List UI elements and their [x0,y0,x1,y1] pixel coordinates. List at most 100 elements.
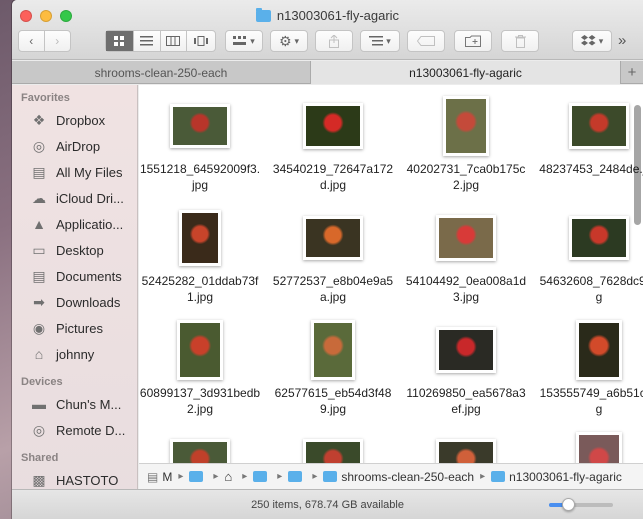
tab-shrooms[interactable]: shrooms-clean-250-each [12,61,311,84]
file-name: 1551218_64592009f3.jpg [139,162,261,192]
slider-knob[interactable] [562,498,576,511]
chevron-right-icon: ▸ [213,471,219,482]
file-name: 34540219_72647a172d.jpg [272,162,394,192]
file-item[interactable]: 110269850_ea5678a3ef.jpg [399,321,533,417]
sidebar-item-documents[interactable]: ▤ Documents [12,263,137,289]
chevron-left-icon: ‹ [29,34,34,48]
file-name: 52425282_01ddab73f1.jpg [141,274,259,304]
action-button[interactable]: ⚙ ▾ [270,30,308,52]
group-button[interactable]: ▾ [360,30,400,52]
file-item[interactable]: 40202731_7ca0b175c2.jpg [399,96,533,193]
column-view-button[interactable] [161,31,188,51]
desktop-icon: ▭ [32,241,46,258]
file-item[interactable]: 52772537_e8b04e9a5a.jpg [266,209,400,305]
file-item[interactable] [532,432,643,463]
file-item[interactable]: 54104492_0ea008a1d3.jpg [399,209,533,305]
path-item[interactable]: ▤ M [147,470,172,484]
path-item[interactable]: ⌂ [224,469,236,484]
path-item[interactable]: shrooms-clean-250-each [323,470,474,484]
dropbox-icon [580,35,596,46]
share-button[interactable] [315,30,353,52]
forward-button[interactable]: › [45,31,70,51]
sidebar-item-all-my-files[interactable]: ▤ All My Files [12,159,137,185]
sidebar-item-icloud-dri[interactable]: ☁ iCloud Dri... [12,185,137,211]
tags-button[interactable] [407,30,445,52]
image-thumbnail [436,327,496,373]
tab-label: shrooms-clean-250-each [94,65,228,80]
file-item[interactable]: 52425282_01ddab73f1.jpg [139,209,267,305]
nav-buttons: ‹ › [18,30,71,52]
file-item[interactable]: 153555749_a6b51c.jpg [532,320,643,417]
path-bar: ▤ M ▸ ▸ ⌂ ▸ ▸ ▸ shrooms-clean-250-each ▸ n13003061… [139,463,643,489]
arrange-button[interactable]: ▾ [225,30,263,52]
file-item[interactable] [139,433,267,463]
disk-icon: ▤ [147,469,159,484]
path-item[interactable]: n13003061-fly-agaric [491,470,622,484]
sidebar-section-devices: Devices [21,376,63,388]
file-item[interactable]: 54632608_7628dc9.jpg [532,209,643,305]
vertical-scrollbar[interactable] [634,105,641,225]
path-item[interactable] [189,471,207,482]
icon-view-button[interactable] [106,31,134,51]
folder-icon [323,471,338,482]
folder-icon [253,471,268,482]
icon-size-slider[interactable] [549,498,613,511]
dropbox-icon: ❖ [32,111,46,128]
sidebar-item-airdrop[interactable]: ◎ AirDrop [12,133,137,159]
file-item[interactable] [399,433,533,463]
trash-button[interactable] [501,30,539,52]
image-thumbnail [179,210,221,266]
toolbar: ‹ › ▾ ⚙ ▾ ▾ ▾ » [12,30,643,54]
back-button[interactable]: ‹ [19,31,45,51]
file-name: 60899137_3d931bedb2.jpg [139,386,261,416]
downloads-icon: ➡ [33,293,45,310]
home-icon: ⌂ [34,346,44,362]
tab-fly-agaric[interactable]: n13003061-fly-agaric [311,61,621,84]
chevron-right-icon: ▸ [178,471,184,482]
chevron-right-icon: ▸ [480,471,486,482]
file-item[interactable]: 1551218_64592009f3.jpg [139,97,267,193]
toolbar-overflow-button[interactable]: » [618,32,626,49]
sidebar-item-remote-d[interactable]: ◎ Remote D... [12,417,137,443]
image-thumbnail [443,96,489,156]
sidebar-section-favorites: Favorites [21,92,70,104]
sidebar-item-label: johnny [56,346,95,362]
new-tab-button[interactable]: + [621,61,643,84]
sidebar-item-downloads[interactable]: ➡ Downloads [12,289,137,315]
icon-view-icon [113,35,124,46]
file-item[interactable]: 62577615_eb54d3f489.jpg [266,320,400,417]
sidebar-item-chun-s-m[interactable]: ▬ Chun's M... [12,391,137,417]
group-list-icon [369,36,384,46]
tab-label: n13003061-fly-agaric [409,65,522,80]
file-name: 54632608_7628dc9.jpg [539,274,643,304]
path-item[interactable] [288,471,306,482]
file-item[interactable]: 34540219_72647a172d.jpg [266,97,400,193]
list-view-button[interactable] [134,31,161,51]
file-item[interactable]: 60899137_3d931bedb2.jpg [139,320,267,417]
sidebar-item-desktop[interactable]: ▭ Desktop [12,237,137,263]
sidebar-item-label: AirDrop [56,138,101,154]
file-item[interactable] [266,433,400,463]
new-folder-button[interactable] [454,30,492,52]
file-item[interactable]: 48237453_2484de.jpg [532,97,643,177]
gear-icon: ⚙ [278,32,292,49]
sidebar-item-dropbox[interactable]: ❖ Dropbox [12,107,137,133]
network-icon: ▩ [32,471,46,488]
status-bar: 250 items, 678.74 GB available [12,489,643,519]
sidebar-item-applicatio[interactable]: ▲ Applicatio... [12,211,137,237]
sidebar-item-label: Applicatio... [56,216,124,232]
titlebar: n13003061-fly-agaric ‹ › ▾ ⚙ ▾ ▾ ▾ » [12,0,643,60]
folder-icon [255,7,271,22]
image-thumbnail [436,439,496,463]
chevron-right-icon: ▸ [312,471,318,482]
sidebar-item-johnny[interactable]: ⌂ johnny [12,341,137,367]
sidebar-item-label: Chun's M... [56,396,122,412]
documents-icon: ▤ [32,267,46,284]
image-thumbnail [170,104,230,148]
cover-flow-button[interactable] [187,31,215,51]
disc-icon: ◎ [32,421,46,438]
path-item[interactable] [253,471,271,482]
dropbox-button[interactable]: ▾ [572,30,612,52]
column-view-icon [166,36,181,46]
sidebar-item-pictures[interactable]: ◉ Pictures [12,315,137,341]
